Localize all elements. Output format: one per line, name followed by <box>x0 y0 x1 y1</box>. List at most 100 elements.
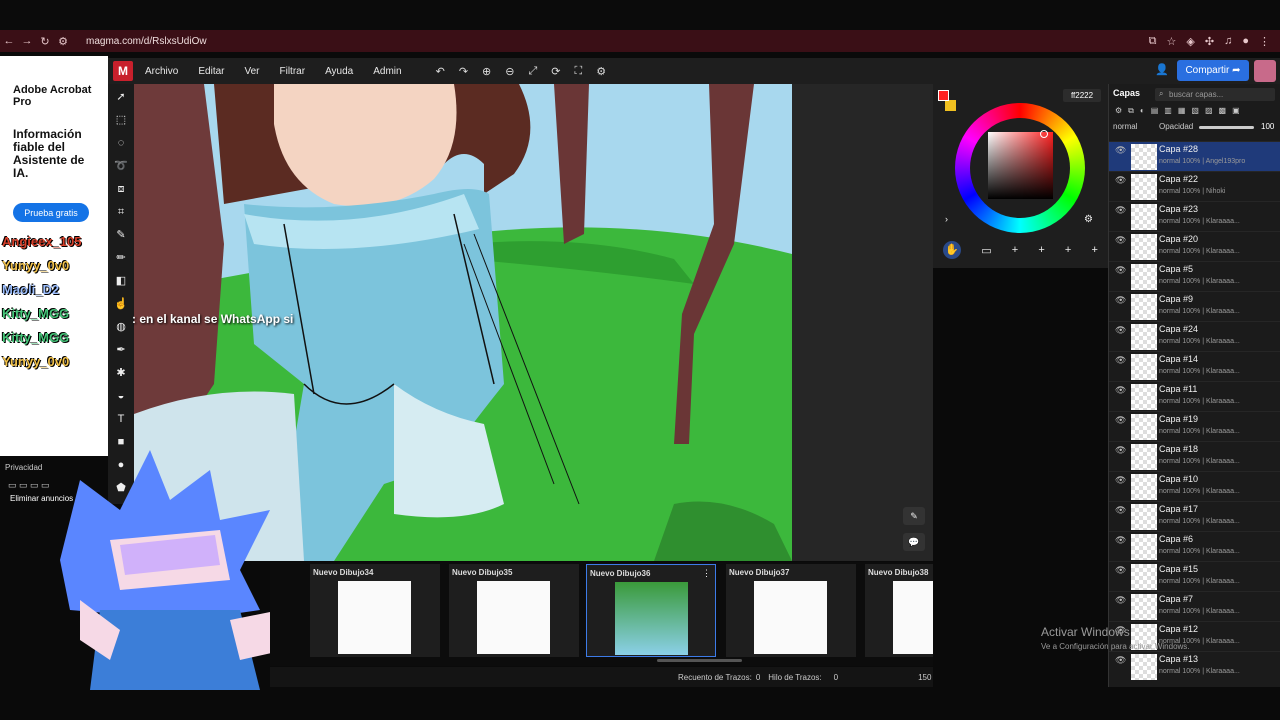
fill-icon[interactable]: ◒ <box>112 387 130 405</box>
layer-row[interactable]: 👁 Capa #20 normal 100% | Klaraaaa... <box>1109 231 1280 261</box>
layer-toolbar-icons[interactable]: ⚙⧉◐▤▥▦▧▨▩▣ <box>1115 106 1246 116</box>
gallery-item[interactable]: Nuevo Dibujo35 <box>449 564 579 657</box>
brush-slot-icon[interactable]: + <box>1065 244 1071 256</box>
saturation-value-picker[interactable] <box>988 132 1053 199</box>
menu-admin[interactable]: Admin <box>373 66 401 77</box>
app-logo[interactable]: M <box>113 61 133 81</box>
visibility-eye-icon[interactable]: 👁 <box>1115 175 1126 186</box>
fit-icon[interactable]: ⤢ <box>528 65 537 78</box>
brush-slot-icon[interactable]: + <box>1012 244 1018 256</box>
extension-icon[interactable]: ◈ <box>1186 35 1194 48</box>
back-icon[interactable]: ← <box>0 35 18 47</box>
layer-row[interactable]: 👁 Capa #15 normal 100% | Klaraaaa... <box>1109 561 1280 591</box>
select-tool-icon[interactable]: ⬚ <box>112 111 130 129</box>
gallery-item-selected[interactable]: Nuevo Dibujo36 ⋮ <box>586 564 716 657</box>
zoom-out-icon[interactable]: ⊖ <box>505 65 514 78</box>
brush-slot-icon[interactable]: + <box>1091 244 1097 256</box>
opacity-slider[interactable] <box>1199 126 1254 129</box>
primary-color-swatch[interactable] <box>938 90 949 101</box>
layer-row[interactable]: 👁 Capa #5 normal 100% | Klaraaaa... <box>1109 261 1280 291</box>
layer-search-input[interactable]: buscar capas... <box>1155 88 1275 101</box>
visibility-eye-icon[interactable]: 👁 <box>1115 145 1126 156</box>
layer-row[interactable]: 👁 Capa #9 normal 100% | Klaraaaa... <box>1109 291 1280 321</box>
more-options-icon[interactable]: ⋮ <box>702 568 711 579</box>
gallery-item[interactable]: Nuevo Dibujo38 <box>865 564 933 657</box>
color-cursor[interactable] <box>1040 130 1048 138</box>
visibility-eye-icon[interactable]: 👁 <box>1115 205 1126 216</box>
lasso-icon[interactable]: ➰ <box>112 157 130 175</box>
menu-ayuda[interactable]: Ayuda <box>325 66 353 77</box>
visibility-eye-icon[interactable]: 👁 <box>1115 265 1126 276</box>
layer-row[interactable]: 👁 Capa #18 normal 100% | Klaraaaa... <box>1109 441 1280 471</box>
layer-row[interactable]: 👁 Capa #14 normal 100% | Klaraaaa... <box>1109 351 1280 381</box>
layer-row[interactable]: 👁 Capa #22 normal 100% | Nihoki <box>1109 171 1280 201</box>
visibility-eye-icon[interactable]: 👁 <box>1115 295 1126 306</box>
layer-row[interactable]: 👁 Capa #19 normal 100% | Klaraaaa... <box>1109 411 1280 441</box>
text-tool-icon[interactable]: T <box>112 410 130 428</box>
brush-slot-icon[interactable]: + <box>1038 244 1044 256</box>
visibility-eye-icon[interactable]: 👁 <box>1115 235 1126 246</box>
menu-ver[interactable]: Ver <box>244 66 259 77</box>
visibility-eye-icon[interactable]: 👁 <box>1115 565 1126 576</box>
browser-menu-icon[interactable]: ⋮ <box>1259 35 1270 48</box>
gallery-item[interactable]: Nuevo Dibujo34 <box>310 564 440 657</box>
visibility-eye-icon[interactable]: 👁 <box>1115 535 1126 546</box>
visibility-eye-icon[interactable]: 👁 <box>1115 355 1126 366</box>
user-avatar[interactable] <box>1254 60 1276 82</box>
settings-icon[interactable]: ⚙ <box>596 65 606 78</box>
profile-icon[interactable]: ● <box>1242 35 1249 48</box>
gallery-item[interactable]: Nuevo Dibujo37 <box>726 564 856 657</box>
menu-filtrar[interactable]: Filtrar <box>280 66 306 77</box>
bookmark-star-icon[interactable]: ☆ <box>1167 35 1177 48</box>
visibility-eye-icon[interactable]: 👁 <box>1115 385 1126 396</box>
layer-row[interactable]: 👁 Capa #24 normal 100% | Klaraaaa... <box>1109 321 1280 351</box>
hand-icon[interactable]: ✋ <box>943 241 962 259</box>
visibility-eye-icon[interactable]: 👁 <box>1115 415 1126 426</box>
visibility-eye-icon[interactable]: 👁 <box>1115 445 1126 456</box>
add-user-icon[interactable]: 👤 <box>1155 63 1169 76</box>
rotate-icon[interactable]: ⟳ <box>551 65 560 78</box>
visibility-eye-icon[interactable]: 👁 <box>1115 655 1126 666</box>
undo-icon[interactable]: ↶ <box>436 65 445 78</box>
brush-slot-icon[interactable]: ▭ <box>981 244 991 257</box>
reload-icon[interactable]: ↻ <box>36 35 54 48</box>
redo-icon[interactable]: ↷ <box>459 65 468 78</box>
move-tool-icon[interactable]: ➚ <box>112 88 130 106</box>
layer-row[interactable]: 👁 Capa #11 normal 100% | Klaraaaa... <box>1109 381 1280 411</box>
layer-row[interactable]: 👁 Capa #10 normal 100% | Klaraaaa... <box>1109 471 1280 501</box>
fullscreen-icon[interactable]: ⛶ <box>575 65 583 78</box>
layer-row[interactable]: 👁 Capa #13 normal 100% | Klaraaaa... <box>1109 651 1280 681</box>
visibility-eye-icon[interactable]: 👁 <box>1115 595 1126 606</box>
visibility-eye-icon[interactable]: 👁 <box>1115 475 1126 486</box>
menu-archivo[interactable]: Archivo <box>145 66 178 77</box>
puzzle-icon[interactable]: ✣ <box>1205 35 1214 48</box>
transform-icon[interactable]: ⧈ <box>112 180 130 198</box>
gallery-scrollbar[interactable] <box>657 659 742 662</box>
blend-mode-select[interactable]: normal <box>1113 122 1137 131</box>
layer-row[interactable]: 👁 Capa #28 normal 100% | Angel193pro <box>1109 141 1280 171</box>
hex-color-input[interactable]: ff2222 <box>1063 89 1101 102</box>
stylus-icon[interactable]: ✎ <box>903 507 925 525</box>
layer-row[interactable]: 👁 Capa #23 normal 100% | Klaraaaa... <box>1109 201 1280 231</box>
menu-editar[interactable]: Editar <box>198 66 224 77</box>
visibility-eye-icon[interactable]: 👁 <box>1115 505 1126 516</box>
layer-row[interactable]: 👁 Capa #17 normal 100% | Klaraaaa... <box>1109 501 1280 531</box>
install-icon[interactable]: ⧉ <box>1149 35 1157 48</box>
zoom-in-icon[interactable]: ⊕ <box>482 65 491 78</box>
crop-icon[interactable]: ⌗ <box>112 203 130 221</box>
chat-bubble-icon[interactable]: 💬 <box>903 533 925 551</box>
layer-row[interactable]: 👁 Capa #6 normal 100% | Klaraaaa... <box>1109 531 1280 561</box>
color-settings-icon[interactable]: ⚙ <box>1084 214 1093 225</box>
ad-cta-button[interactable]: Prueba gratis <box>13 203 89 222</box>
privacy-link[interactable]: Privacidad <box>5 463 42 472</box>
expand-icon[interactable]: › <box>945 214 948 224</box>
circle-select-icon[interactable]: ◌ <box>112 134 130 152</box>
visibility-eye-icon[interactable]: 👁 <box>1115 325 1126 336</box>
secondary-color-swatch[interactable] <box>945 100 956 111</box>
layer-row[interactable]: 👁 Capa #7 normal 100% | Klaraaaa... <box>1109 591 1280 621</box>
site-info-icon[interactable]: ⚙ <box>54 35 72 48</box>
url-text[interactable]: magma.com/d/RslxsUdiOw <box>86 36 207 47</box>
share-button[interactable]: Compartir ➦ <box>1177 60 1249 81</box>
media-icon[interactable]: ♫ <box>1224 35 1232 48</box>
forward-icon[interactable]: → <box>18 35 36 47</box>
